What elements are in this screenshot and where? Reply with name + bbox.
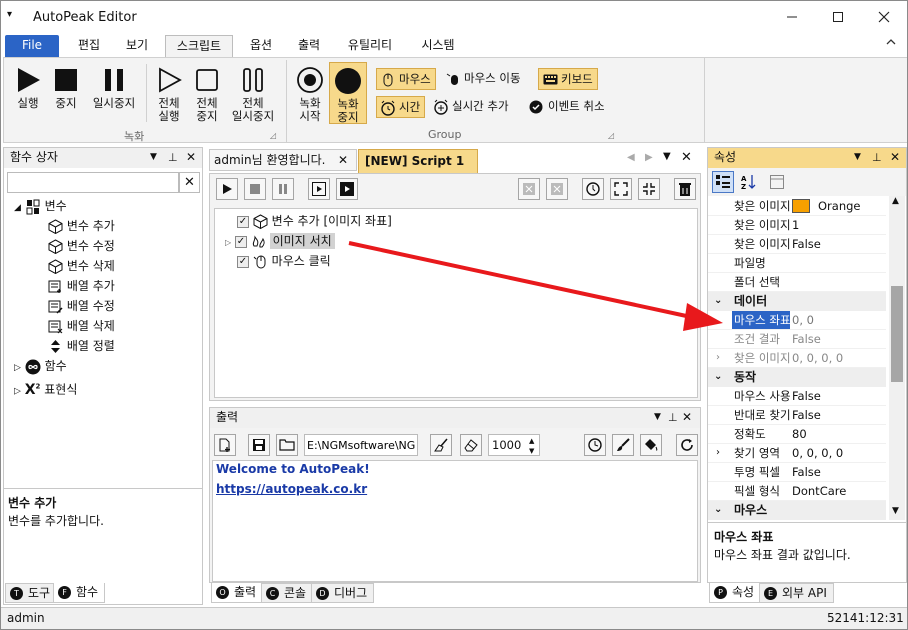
annotation-arrow [348,241,723,331]
status-user: admin [7,611,45,625]
status-time: 52141:12:31 [827,611,904,625]
app-window: ▾ AutoPeak Editor File 편집 보기 스크립트 옵션 출력 … [0,0,908,630]
status-bar: admin 52141:12:31 [1,607,907,629]
